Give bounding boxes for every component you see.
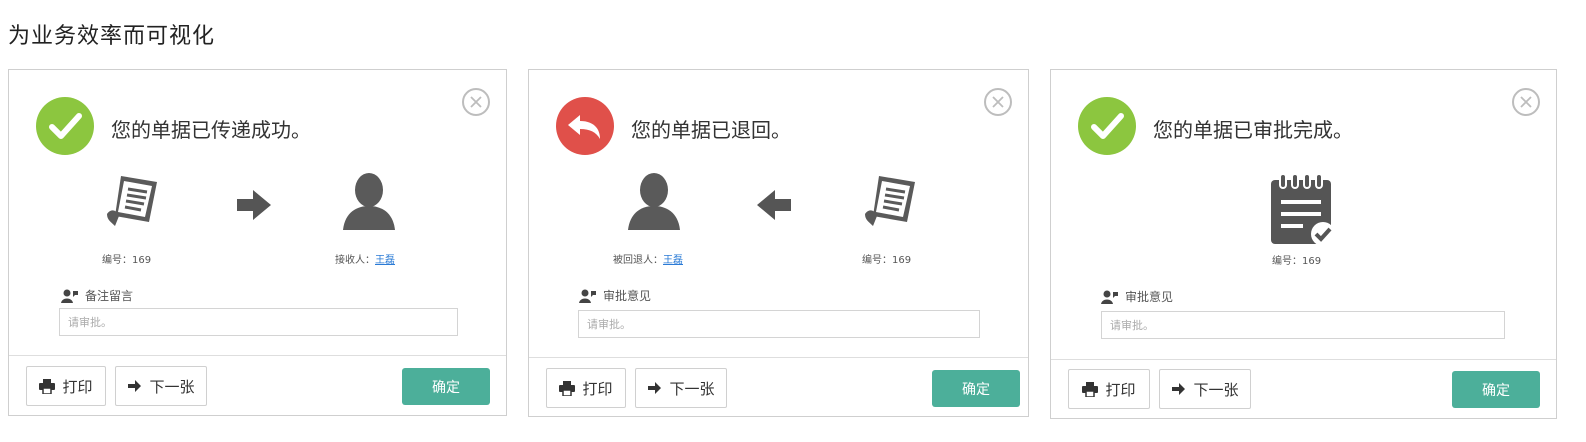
receiver-label: 接收人： — [335, 255, 375, 266]
close-icon[interactable] — [462, 88, 490, 116]
remark-input[interactable] — [59, 308, 458, 336]
footer-divider — [1051, 359, 1556, 360]
returned-dialog: 您的单据已退回。 被回退人：王磊 编号：169 审批意见 打印 下一张 确定 — [528, 69, 1029, 417]
arrow-left-icon — [755, 188, 793, 226]
document-icon — [101, 170, 165, 238]
receiver-caption: 接收人：王磊 — [335, 251, 395, 266]
document-number: 编号：169 — [1272, 256, 1322, 267]
return-arrow-icon — [556, 97, 614, 155]
user-icon — [626, 170, 682, 236]
transfer-success-dialog: 您的单据已传递成功。 编号：169 接收人：王磊 备注留言 打印 下一张 确定 — [8, 69, 507, 416]
print-button[interactable]: 打印 — [546, 368, 626, 408]
arrow-right-icon — [648, 382, 662, 394]
printer-icon — [1082, 381, 1099, 397]
returned-user-label: 被回退人： — [613, 255, 663, 266]
confirm-button[interactable]: 确定 — [1452, 371, 1540, 408]
arrow-right-icon — [128, 380, 142, 392]
remark-user-icon — [1101, 290, 1118, 304]
print-button[interactable]: 打印 — [1068, 369, 1150, 409]
remark-label: 审批意见 — [1101, 288, 1173, 305]
next-button[interactable]: 下一张 — [1159, 369, 1251, 409]
document-icon — [859, 170, 923, 238]
page-title: 为业务效率而可视化 — [8, 24, 216, 49]
returned-user-name-link[interactable]: 王磊 — [663, 255, 683, 266]
success-check-icon — [36, 97, 94, 155]
receiver-name-link[interactable]: 王磊 — [375, 255, 395, 266]
status-message: 您的单据已传递成功。 — [111, 118, 311, 142]
status-message: 您的单据已退回。 — [631, 118, 791, 142]
arrow-right-icon — [1172, 383, 1186, 395]
print-button[interactable]: 打印 — [26, 366, 106, 406]
remark-input[interactable] — [1101, 311, 1505, 339]
printer-icon — [39, 378, 56, 394]
approval-complete-dialog: 您的单据已审批完成。 编号：169 审批意见 打印 下一张 确定 — [1050, 69, 1557, 419]
arrow-right-icon — [235, 188, 273, 226]
remark-label: 审批意见 — [579, 287, 651, 304]
approved-notepad-icon — [1267, 172, 1339, 252]
remark-input[interactable] — [578, 310, 980, 338]
document-number: 编号：169 — [102, 255, 152, 266]
close-icon[interactable] — [1512, 88, 1540, 116]
document-number: 编号：169 — [862, 255, 912, 266]
footer-divider — [9, 355, 506, 356]
next-button[interactable]: 下一张 — [635, 368, 727, 408]
remark-user-icon — [61, 289, 78, 303]
confirm-button[interactable]: 确定 — [932, 370, 1020, 407]
footer-divider — [529, 357, 1028, 358]
close-icon[interactable] — [984, 88, 1012, 116]
printer-icon — [559, 380, 576, 396]
remark-user-icon — [579, 289, 596, 303]
user-icon — [341, 170, 397, 236]
returned-user-caption: 被回退人：王磊 — [613, 251, 683, 266]
remark-label: 备注留言 — [61, 287, 133, 304]
confirm-button[interactable]: 确定 — [402, 368, 490, 405]
success-check-icon — [1078, 97, 1136, 155]
next-button[interactable]: 下一张 — [115, 366, 207, 406]
status-message: 您的单据已审批完成。 — [1153, 118, 1353, 142]
